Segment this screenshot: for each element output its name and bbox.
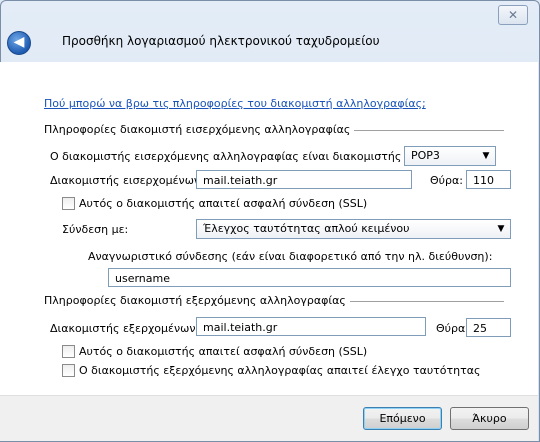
incoming-port-label: Θύρα:: [430, 174, 463, 187]
outgoing-auth-label: Ο διακομιστής εξερχόμενης αλληλογραφίας …: [79, 364, 481, 377]
dialog-footer: Επόμενο Άκυρο: [0, 395, 538, 441]
incoming-port-input[interactable]: 110: [466, 170, 511, 189]
outgoing-auth-checkbox[interactable]: [62, 364, 75, 377]
logon-method-select[interactable]: Έλεγχος ταυτότητας απλού κειμένου ▼: [196, 219, 511, 239]
close-icon: ✕: [507, 8, 519, 22]
login-id-label: Αναγνωριστικό σύνδεσης (εάν είναι διαφορ…: [88, 250, 493, 263]
outgoing-section-title: Πληροφορίες διακομιστή εξερχόμενης αλληλ…: [44, 294, 346, 307]
incoming-server-label: Διακομιστής εισερχομένων:: [50, 174, 204, 187]
close-button[interactable]: ✕: [498, 5, 528, 25]
chevron-down-icon: ▼: [482, 151, 490, 161]
logon-label: Σύνδεση με:: [62, 223, 129, 236]
outgoing-server-input[interactable]: mail.teiath.gr: [196, 317, 426, 336]
back-arrow-icon: ◀: [13, 34, 25, 50]
next-button[interactable]: Επόμενο: [363, 407, 442, 430]
incoming-section-title: Πληροφορίες διακομιστή εισερχόμενης αλλη…: [44, 123, 351, 136]
incoming-server-input[interactable]: mail.teiath.gr: [196, 170, 412, 189]
outgoing-divider: [350, 301, 504, 302]
help-link[interactable]: Πού μπορώ να βρω τις πληροφορίες του δια…: [44, 97, 426, 110]
incoming-divider: [354, 130, 504, 131]
back-button[interactable]: ◀: [7, 31, 31, 55]
server-type-select[interactable]: POP3 ▼: [404, 146, 496, 166]
server-type-colon: .: [377, 150, 381, 163]
server-type-value: POP3: [411, 149, 440, 162]
server-type-label: Ο διακομιστής εισερχόμενης αλληλογραφίας…: [50, 150, 402, 163]
incoming-ssl-label: Αυτός ο διακομιστής απαιτεί ασφαλή σύνδε…: [79, 197, 368, 210]
incoming-ssl-checkbox[interactable]: [62, 197, 75, 210]
cancel-button[interactable]: Άκυρο: [450, 407, 529, 430]
logon-method-value: Έλεγχος ταυτότητας απλού κειμένου: [203, 222, 410, 235]
outgoing-server-label: Διακομιστής εξερχομένων:: [50, 322, 200, 335]
chevron-down-icon: ▼: [497, 224, 505, 234]
content-panel: Πού μπορώ να βρω τις πληροφορίες του δια…: [0, 62, 538, 395]
outgoing-ssl-checkbox[interactable]: [62, 345, 75, 358]
outgoing-port-label: Θύρα:: [436, 322, 469, 335]
outgoing-port-input[interactable]: 25: [466, 318, 511, 337]
outgoing-ssl-label: Αυτός ο διακομιστής απαιτεί ασφαλή σύνδε…: [79, 345, 368, 358]
dialog-title: Προσθήκη λογαριασμού ηλεκτρονικού ταχυδρ…: [62, 34, 380, 48]
login-id-input[interactable]: username: [108, 268, 511, 287]
